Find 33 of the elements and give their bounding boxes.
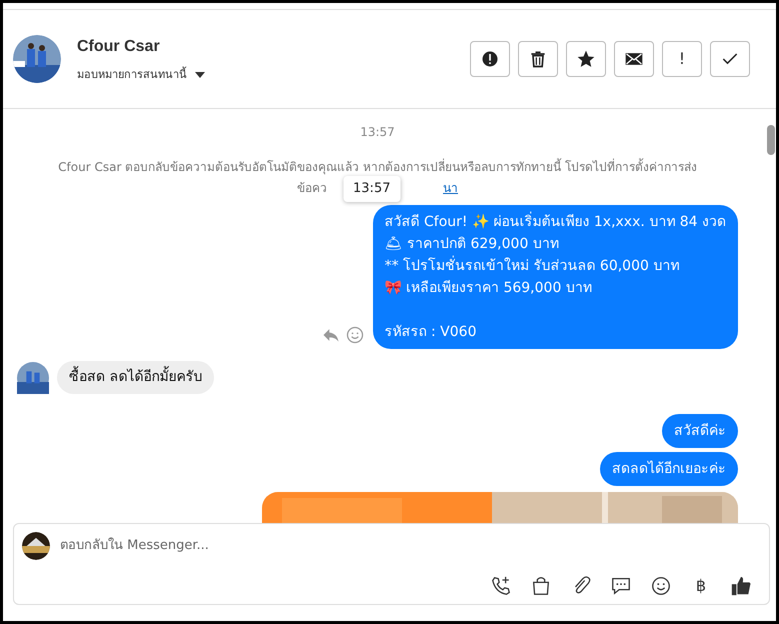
call-button[interactable] xyxy=(489,574,513,598)
trash-button[interactable] xyxy=(518,41,558,77)
like-button[interactable] xyxy=(729,574,753,598)
emoji-icon xyxy=(344,325,365,345)
assign-label[interactable]: มอบหมายการสนทนานี้ xyxy=(77,66,187,84)
message-bubble: สดลดได้อีกเยอะค่ะ xyxy=(600,452,738,486)
flag-button[interactable]: ! xyxy=(662,41,702,77)
settings-link[interactable]: นา xyxy=(443,178,458,199)
call-icon xyxy=(490,575,512,597)
chat-icon xyxy=(610,575,632,597)
notice-text: ข้อคว xyxy=(297,180,327,197)
message-bubble: สวัสดี Cfour! ✨ ผ่อนเริ่มต้นเพียง 1x,xxx. บาท 84 งวด 🛎 ราคาปกติ 629,000 บาท ** โปรโมชั่นรถเข้าใหม่ รับส่วนลด 60,000 บาท 🎀 เหลือเพียงราคา 569,000 บาท รหัสรถ : V060 xyxy=(372,205,738,349)
star-icon xyxy=(576,49,596,69)
timestamp: 13:57 xyxy=(360,124,395,141)
baht-button[interactable]: ฿ xyxy=(689,574,713,598)
caret-icon[interactable] xyxy=(195,72,205,78)
message-bubble: ซื้อสด ลดได้อีกมั้ยครับ xyxy=(57,361,214,394)
contact-name: Cfour Csar xyxy=(77,36,161,57)
avatar xyxy=(13,35,61,83)
star-button[interactable] xyxy=(566,41,606,77)
emoji-button[interactable] xyxy=(649,574,673,598)
bag-icon xyxy=(530,575,552,597)
emoji-icon xyxy=(650,575,672,597)
tooltip: 13:57 xyxy=(343,176,400,202)
check-button[interactable] xyxy=(710,41,750,77)
spam-icon xyxy=(480,49,500,69)
notice-text: Cfour Csar ตอบกลับข้อความต้อนรับอัตโนมัติของคุณแล้ว หากต้องการเปลี่ยนหรือลบการทักทายนี้ โปรดไปที่การตั้งค่าการส่ง xyxy=(57,157,698,176)
avatar xyxy=(22,532,50,560)
mail-button[interactable] xyxy=(614,41,654,77)
thumbs-up-icon xyxy=(730,575,752,597)
message-bubble: สวัสดีค่ะ xyxy=(662,414,738,448)
spam-button[interactable] xyxy=(470,41,510,77)
avatar xyxy=(17,362,49,394)
